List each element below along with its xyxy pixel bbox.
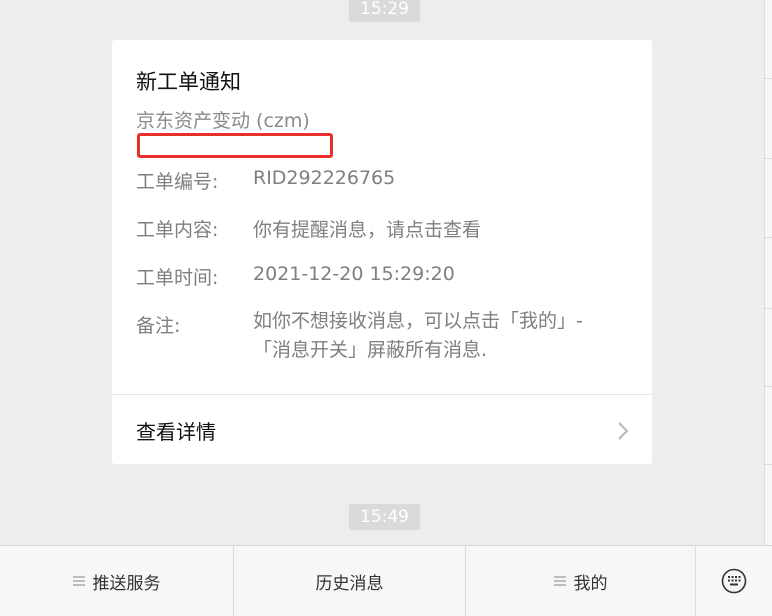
notification-card[interactable]: 新工单通知 京东资产变动 (czm) 工单编号: RID292226765 工单… bbox=[112, 40, 652, 464]
timestamp-text: 15:29 bbox=[360, 0, 409, 19]
remark-label: 备注: bbox=[136, 315, 181, 337]
notification-subtitle: 京东资产变动 (czm) bbox=[136, 110, 310, 132]
keyboard-toggle-button[interactable] bbox=[696, 546, 772, 616]
keyboard-icon bbox=[721, 568, 747, 594]
menu-item-label: 推送服务 bbox=[92, 573, 161, 594]
menu-item-push-service[interactable]: 推送服务 bbox=[0, 546, 233, 616]
timestamp-pill: 15:49 bbox=[349, 504, 420, 530]
menu-item-label: 历史消息 bbox=[315, 573, 384, 594]
ticket-time-value: 2021-12-20 15:29:20 bbox=[253, 263, 455, 285]
view-details-label: 查看详情 bbox=[136, 420, 216, 444]
menu-lines-icon bbox=[553, 576, 566, 586]
ticket-content-label: 工单内容: bbox=[136, 219, 219, 241]
view-details-link[interactable]: 查看详情 bbox=[112, 395, 652, 464]
chat-area: 15:29 新工单通知 京东资产变动 (czm) 工单编号: RID292226… bbox=[0, 0, 764, 545]
notification-title: 新工单通知 bbox=[136, 70, 241, 94]
chevron-right-icon bbox=[618, 422, 629, 440]
ticket-time-label: 工单时间: bbox=[136, 267, 219, 289]
ticket-number-value: RID292226765 bbox=[253, 167, 396, 189]
timestamp-text: 15:49 bbox=[360, 507, 409, 527]
remark-line-1: 如你不想接收消息，可以点击「我的」- bbox=[253, 310, 583, 332]
menu-lines-icon bbox=[72, 576, 85, 586]
menu-item-mine[interactable]: 我的 bbox=[466, 546, 695, 616]
remark-value: 如你不想接收消息，可以点击「我的」- 「消息开关」屏蔽所有消息. bbox=[253, 307, 633, 365]
bottom-menu-bar: 推送服务 历史消息 我的 bbox=[0, 545, 772, 616]
ticket-number-label: 工单编号: bbox=[136, 171, 219, 193]
right-panel-edge bbox=[764, 0, 772, 545]
timestamp-pill: 15:29 bbox=[349, 0, 420, 22]
menu-item-label: 我的 bbox=[573, 573, 608, 594]
remark-line-2: 「消息开关」屏蔽所有消息. bbox=[253, 339, 488, 361]
ticket-content-value: 你有提醒消息，请点击查看 bbox=[253, 219, 482, 241]
menu-item-history[interactable]: 历史消息 bbox=[234, 546, 465, 616]
redaction-box bbox=[137, 133, 333, 158]
